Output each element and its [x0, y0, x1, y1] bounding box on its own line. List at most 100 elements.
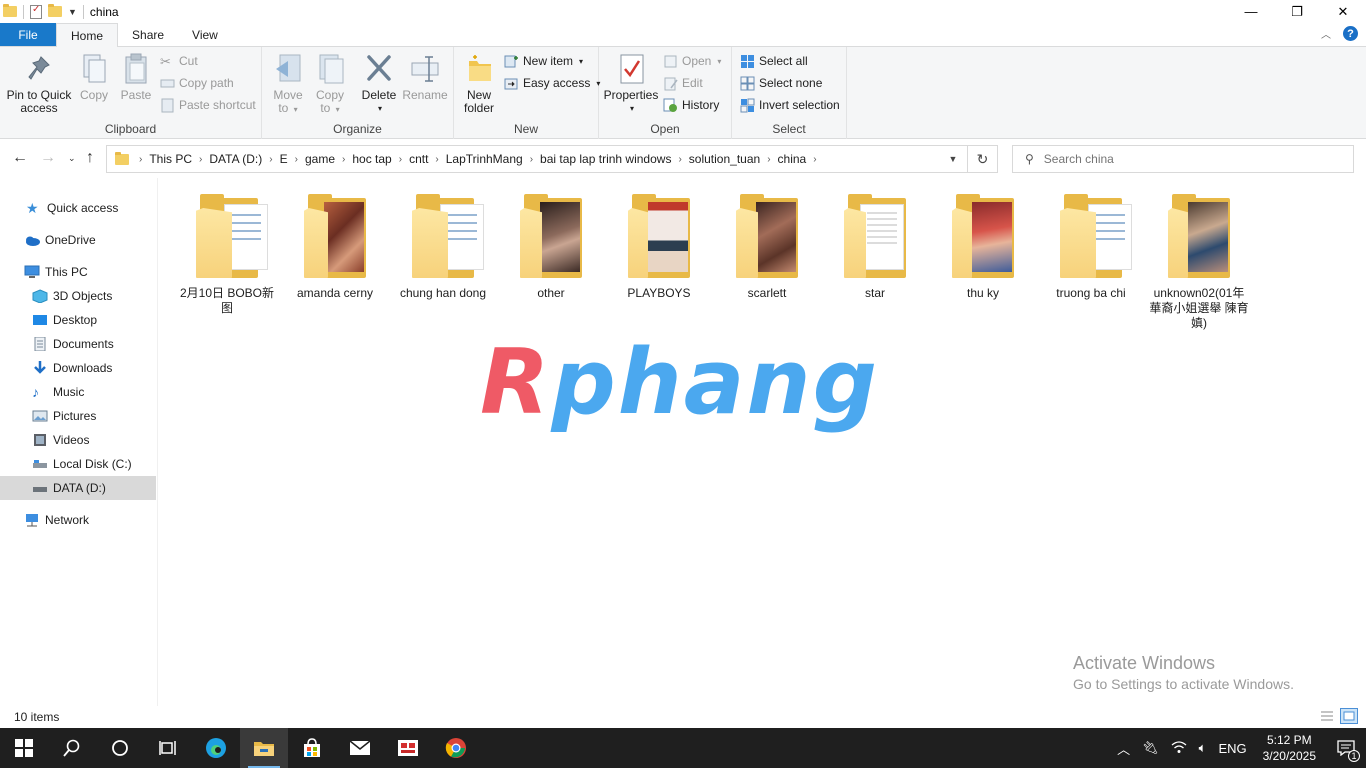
nav-item-desktop[interactable]: Desktop [0, 308, 156, 332]
details-view-button[interactable] [1318, 708, 1336, 724]
nav-item-data-d[interactable]: DATA (D:) [0, 476, 156, 500]
new-folder-icon[interactable] [48, 4, 62, 17]
nav-item-documents[interactable]: Documents [0, 332, 156, 356]
history-button[interactable]: History [663, 95, 719, 115]
invert-selection-button[interactable]: Invert selection [740, 95, 840, 115]
pin-to-quick-access-button[interactable]: Pin to Quick access [6, 51, 72, 115]
folder-item[interactable]: scarlett [713, 194, 821, 301]
nav-item-music[interactable]: ♪ Music [0, 380, 156, 404]
tab-view[interactable]: View [178, 23, 232, 46]
back-button[interactable]: ← [12, 149, 28, 167]
chrome-button[interactable] [432, 728, 480, 768]
nav-item-downloads[interactable]: Downloads [0, 356, 156, 380]
breadcrumb-e[interactable]: E [277, 152, 291, 166]
search-input[interactable] [1043, 152, 1324, 166]
folder-item[interactable]: PLAYBOYS [605, 194, 713, 301]
forward-button[interactable]: → [40, 149, 56, 167]
nav-item-this-pc[interactable]: This PC [0, 260, 156, 284]
large-icons-view-button[interactable] [1340, 708, 1358, 724]
new-folder-button[interactable]: New folder [460, 51, 498, 115]
clock[interactable]: 5:12 PM 3/20/2025 [1253, 732, 1326, 764]
action-center-button[interactable]: 1 [1326, 728, 1366, 768]
edge-button[interactable] [192, 728, 240, 768]
organize-group: Move to ▾ Copy to ▾ Delete ▾ Rename Orga… [262, 47, 454, 139]
wifi-icon[interactable] [1165, 740, 1193, 757]
easy-access-button[interactable]: Easy access ▾ [504, 73, 600, 93]
folder-item[interactable]: amanda cerny [281, 194, 389, 301]
minimize-button[interactable]: — [1228, 0, 1274, 23]
edit-button[interactable]: Edit [663, 73, 703, 93]
chevron-down-icon: ▾ [629, 104, 634, 113]
refresh-button[interactable]: ↻ [967, 146, 997, 172]
breadcrumb-this-pc[interactable]: This PC [146, 152, 195, 166]
breadcrumb-solution-tuan[interactable]: solution_tuan [686, 152, 763, 166]
tab-file[interactable]: File [0, 23, 56, 46]
tab-share[interactable]: Share [118, 23, 178, 46]
recent-locations-button[interactable]: ⌄ [68, 153, 76, 164]
address-bar[interactable]: › This PC › DATA (D:) › E › game › hoc t… [106, 145, 998, 173]
snipping-tool-button[interactable] [384, 728, 432, 768]
breadcrumb-cntt[interactable]: cntt [406, 152, 431, 166]
nav-item-local-disk-c[interactable]: Local Disk (C:) [0, 452, 156, 476]
properties-icon[interactable] [30, 4, 42, 19]
breadcrumb-data-d[interactable]: DATA (D:) [206, 152, 265, 166]
chevron-down-icon[interactable]: ▼ [68, 7, 77, 17]
search-button[interactable] [48, 728, 96, 768]
folder-item[interactable]: 2月10日 BOBO新图 [173, 194, 281, 316]
select-none-button[interactable]: Select none [740, 73, 822, 93]
up-button[interactable]: ↑ [86, 149, 94, 167]
power-plug-icon[interactable]: 🔌︎ [1136, 740, 1165, 756]
close-button[interactable]: ✕ [1320, 0, 1366, 23]
folder-item[interactable]: unknown02(01年華裔小姐選舉 陳育嫃) [1145, 194, 1253, 331]
folder-item[interactable]: other [497, 194, 605, 301]
chevron-up-icon[interactable]: ︿ [1111, 739, 1136, 758]
copy-to-button[interactable]: Copy to ▾ [312, 51, 348, 116]
windows-icon [15, 739, 33, 757]
copy-path-button[interactable]: Copy path [160, 73, 234, 93]
folder-item[interactable]: chung han dong [389, 194, 497, 301]
scissors-icon: ✂ [160, 53, 171, 69]
cut-button[interactable]: ✂ Cut [160, 51, 198, 71]
cortana-button[interactable] [96, 728, 144, 768]
copy-icon [78, 51, 110, 87]
start-button[interactable] [0, 728, 48, 768]
tab-home[interactable]: Home [56, 23, 119, 47]
microsoft-store-button[interactable] [288, 728, 336, 768]
mail-button[interactable] [336, 728, 384, 768]
task-view-button[interactable] [144, 728, 192, 768]
nav-item-onedrive[interactable]: OneDrive [0, 228, 156, 252]
breadcrumb-bai-tap[interactable]: bai tap lap trinh windows [537, 152, 674, 166]
move-to-button[interactable]: Move to ▾ [270, 51, 306, 116]
open-button[interactable]: Open ▾ [663, 51, 721, 71]
chevron-up-icon[interactable]: ︿ [1321, 26, 1331, 41]
nav-item-network[interactable]: Network [0, 508, 156, 532]
nav-item-3d-objects[interactable]: 3D Objects [0, 284, 156, 308]
folder-item[interactable]: thu ky [929, 194, 1037, 301]
watermark-logo: Rphang [480, 330, 880, 435]
rename-button[interactable]: Rename [402, 51, 448, 102]
help-icon[interactable]: ? [1343, 26, 1358, 41]
title-bar: ▼ china — ❐ ✕ [0, 0, 1366, 23]
breadcrumb-laptrinhmang[interactable]: LapTrinhMang [443, 152, 526, 166]
new-item-button[interactable]: New item ▾ [504, 51, 583, 71]
breadcrumb-hoc-tap[interactable]: hoc tap [349, 152, 394, 166]
breadcrumb-game[interactable]: game [302, 152, 338, 166]
paste-button[interactable]: Paste [118, 51, 154, 102]
select-all-button[interactable]: Select all [740, 51, 808, 71]
properties-button[interactable]: Properties ▾ [604, 51, 658, 115]
nav-item-videos[interactable]: Videos [0, 428, 156, 452]
file-explorer-button[interactable] [240, 728, 288, 768]
nav-item-pictures[interactable]: Pictures [0, 404, 156, 428]
folder-item[interactable]: star [821, 194, 929, 301]
delete-button[interactable]: Delete ▾ [358, 51, 400, 115]
maximize-button[interactable]: ❐ [1274, 0, 1320, 23]
breadcrumb-china[interactable]: china [775, 152, 810, 166]
copy-button[interactable]: Copy [76, 51, 112, 102]
language-indicator[interactable]: ENG [1212, 741, 1252, 756]
volume-icon[interactable]: 🔈︎ [1193, 740, 1213, 756]
address-history-button[interactable]: ▼ [939, 146, 967, 172]
paste-shortcut-button[interactable]: Paste shortcut [160, 95, 256, 115]
history-icon [663, 98, 678, 113]
nav-item-quick-access[interactable]: ★ Quick access [0, 196, 156, 220]
folder-item[interactable]: truong ba chi [1037, 194, 1145, 301]
